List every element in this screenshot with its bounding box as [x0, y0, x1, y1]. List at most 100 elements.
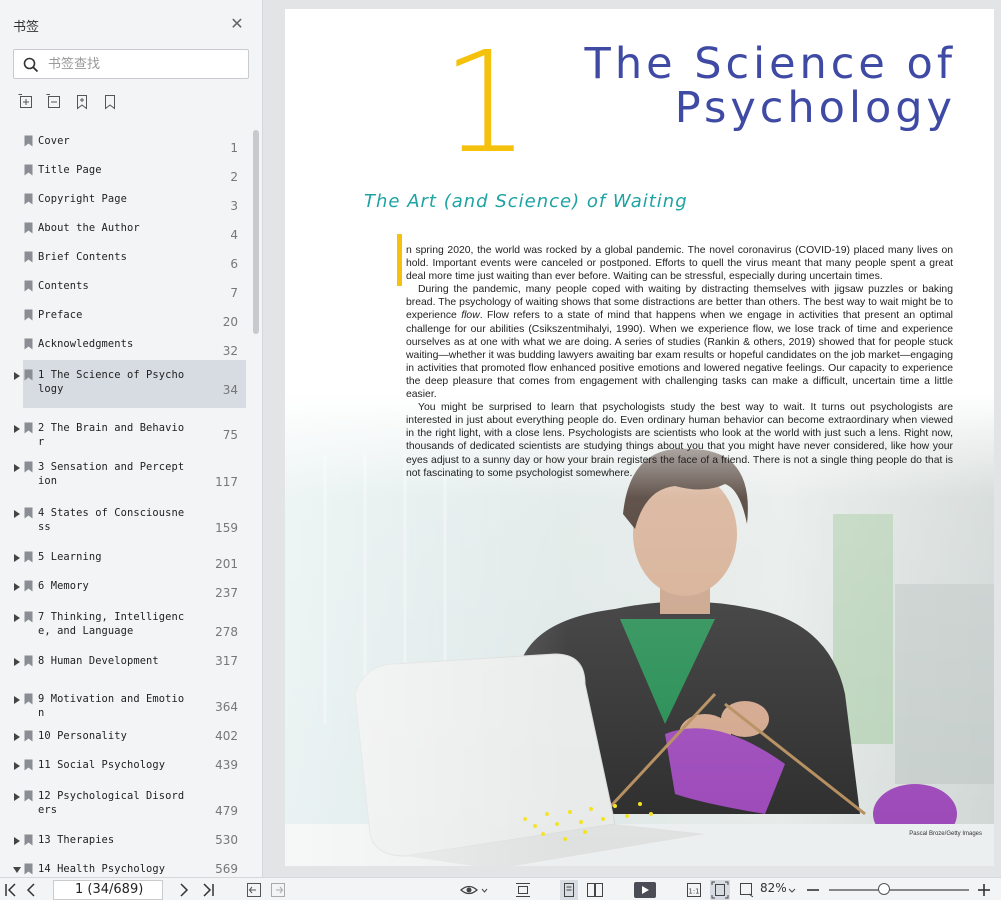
single-page-icon[interactable]	[560, 880, 578, 900]
bookmark-icon	[24, 251, 33, 263]
caret-right-icon[interactable]	[13, 424, 21, 434]
bookmark-label: Brief Contents	[38, 251, 127, 263]
pdf-page: 1 The Science of Psychology The Art (and…	[285, 9, 994, 866]
bookmark-label: 5 Learning	[38, 551, 102, 563]
bookmark-label: 10 Personality	[38, 730, 127, 742]
pdf-reader-window: 书签 ✕ 书签查找 Cover 1 Title Page 2 Copyright…	[0, 0, 1001, 900]
bookmark-panel: 书签 ✕ 书签查找 Cover 1 Title Page 2 Copyright…	[0, 0, 263, 877]
chapter-title: The Science of Psychology	[585, 42, 956, 130]
continuous-scroll-icon[interactable]	[515, 882, 531, 898]
play-slideshow-icon[interactable]	[632, 880, 658, 900]
caret-right-icon[interactable]	[13, 792, 21, 802]
bookmark-label: 6 Memory	[38, 580, 89, 592]
bookmark-icon	[24, 611, 33, 623]
chapter-number: 1	[441, 22, 531, 185]
sidebar-scrollbar[interactable]	[253, 130, 259, 334]
bookmark-icon	[24, 655, 33, 667]
eye-icon[interactable]	[460, 882, 488, 898]
bookmark-page-number: 75	[222, 428, 238, 442]
previous-page-icon[interactable]	[25, 882, 37, 898]
two-page-icon[interactable]	[586, 882, 604, 898]
caret-right-icon[interactable]	[13, 836, 21, 846]
caret-down-icon[interactable]	[13, 865, 21, 875]
drop-cap-bar	[397, 234, 402, 286]
bookmark-page-number: 3	[230, 199, 238, 213]
bookmark-list: Cover 1 Title Page 2 Copyright Page 3 About th…	[0, 126, 250, 877]
bookmark-page-number: 364	[215, 700, 238, 714]
bookmark-page-number: 4	[230, 228, 238, 242]
bookmark-icon	[24, 369, 33, 381]
bookmark-search-input[interactable]	[48, 55, 238, 73]
bookmark-icon	[24, 164, 33, 176]
caret-right-icon[interactable]	[13, 761, 21, 771]
back-icon[interactable]	[246, 882, 262, 898]
chapter-body-text: n spring 2020, the world was rocked by a…	[406, 244, 953, 480]
collapse-all-icon[interactable]	[46, 94, 62, 110]
bookmark-icon	[24, 338, 33, 350]
bookmark-search-box[interactable]	[13, 49, 249, 79]
bookmark-page-number: 479	[215, 804, 238, 818]
caret-right-icon[interactable]	[13, 509, 21, 519]
bookmark-page-number: 32	[222, 344, 238, 358]
bookmark-label: 11 Social Psychology	[38, 759, 166, 771]
fit-width-icon[interactable]	[738, 882, 756, 898]
bookmark-icon[interactable]	[102, 94, 118, 110]
zoom-dropdown-icon[interactable]	[788, 882, 796, 898]
caret-right-icon[interactable]	[13, 582, 21, 592]
bookmark-page-number: 20	[222, 315, 238, 329]
next-page-icon[interactable]	[178, 882, 190, 898]
fit-page-icon[interactable]	[710, 880, 730, 900]
expand-all-icon[interactable]	[18, 94, 34, 110]
bookmark-icon	[24, 759, 33, 771]
bookmark-label: 7 Thinking, Intelligence, and Language	[38, 611, 185, 637]
zoom-slider-track[interactable]	[829, 889, 969, 891]
add-bookmark-icon[interactable]	[74, 94, 90, 110]
bookmark-icon	[24, 863, 33, 875]
bookmark-icon	[24, 222, 33, 234]
page-number-input[interactable]: 1 (34/689)	[53, 880, 163, 900]
bookmark-label: Title Page	[38, 164, 102, 176]
bookmark-icon	[24, 461, 33, 473]
caret-right-icon[interactable]	[13, 657, 21, 667]
bookmark-icon	[24, 834, 33, 846]
zoom-slider-handle[interactable]	[878, 883, 890, 895]
bookmark-label: 3 Sensation and Perception	[38, 461, 185, 487]
bookmark-label: 2 The Brain and Behavior	[38, 422, 185, 448]
bookmark-panel-title: 书签	[13, 20, 40, 35]
close-icon[interactable]: ✕	[229, 16, 245, 32]
bookmark-icon	[24, 507, 33, 519]
last-page-icon[interactable]	[201, 882, 215, 898]
bookmark-icon	[24, 790, 33, 802]
zoom-level[interactable]: 82%	[760, 881, 787, 895]
bookmark-page-number: 7	[230, 286, 238, 300]
zoom-in-icon[interactable]	[977, 882, 991, 898]
zoom-out-icon[interactable]	[806, 882, 820, 898]
bookmark-label: 9 Motivation and Emotion	[38, 693, 185, 719]
bottom-toolbar: 1 (34/689) 1:1 82%	[0, 877, 1001, 900]
caret-right-icon[interactable]	[13, 732, 21, 742]
caret-right-icon[interactable]	[13, 613, 21, 623]
bookmark-label: 12 Psychological Disorders	[38, 790, 185, 816]
section-title: The Art (and Science) of Waiting	[364, 191, 688, 212]
document-viewer[interactable]: 1 The Science of Psychology The Art (and…	[264, 0, 1001, 877]
bookmark-icon	[24, 422, 33, 434]
caret-right-icon[interactable]	[13, 695, 21, 705]
first-page-icon[interactable]	[4, 882, 18, 898]
forward-icon[interactable]	[270, 882, 286, 898]
bookmark-page-number: 317	[215, 654, 238, 668]
bookmark-page-number: 1	[230, 141, 238, 155]
bookmark-label: 13 Therapies	[38, 834, 115, 846]
bookmark-label: Cover	[38, 135, 70, 147]
bookmark-icon	[24, 280, 33, 292]
caret-right-icon[interactable]	[13, 553, 21, 563]
bookmark-page-number: 2	[230, 170, 238, 184]
paragraph-3: You might be surprised to learn that psy…	[406, 402, 953, 479]
bookmark-icon	[24, 551, 33, 563]
caret-right-icon[interactable]	[13, 371, 21, 381]
caret-right-icon[interactable]	[13, 463, 21, 473]
svg-text:1:1: 1:1	[688, 888, 699, 896]
chapter-title-line1: The Science of	[584, 39, 956, 89]
bookmark-page-number: 159	[215, 521, 238, 535]
actual-size-icon[interactable]: 1:1	[686, 882, 702, 898]
bookmark-label: 8 Human Development	[38, 655, 159, 667]
